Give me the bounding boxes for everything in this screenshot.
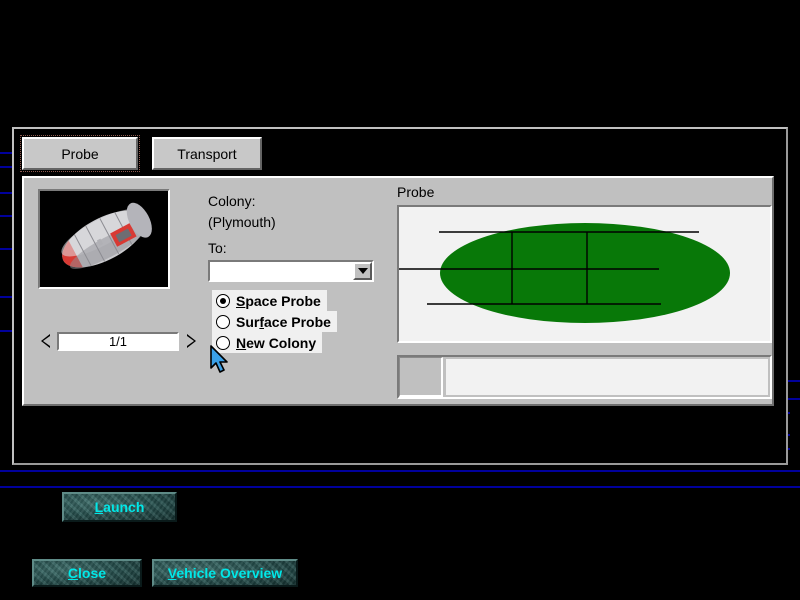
probe-body-ellipse [440,223,730,323]
probe-body-diagram[interactable] [397,205,772,343]
radio-surface-probe-label: Surface Probe [236,314,331,330]
probe-type-radio-group: Space Probe Surface Probe New Colony [212,290,337,353]
tab-probe[interactable]: Probe [22,137,138,170]
triangle-left-icon[interactable] [38,332,52,350]
colony-value: (Plymouth) [208,214,276,230]
vehicle-overview-button-label: Vehicle Overview [168,565,282,581]
radio-surface-probe[interactable]: Surface Probe [212,311,337,332]
probe-content-panel: Colony: (Plymouth) To: Space Probe Surfa… [22,176,774,406]
vehicle-thumbnail[interactable] [38,189,170,289]
radio-space-probe-label: Space Probe [236,293,321,309]
colony-label: Colony: [208,193,255,209]
background-line [0,470,800,472]
page-indicator[interactable]: 1/1 [57,332,179,351]
triangle-right-icon[interactable] [184,332,198,350]
probe-status-bar [397,355,772,399]
radio-indicator [216,336,230,350]
vehicle-pager: 1/1 [38,330,198,352]
background-line [0,248,12,250]
tab-transport-label: Transport [177,146,236,162]
radio-new-colony-label: New Colony [236,335,316,351]
probe-preview-group: Probe [392,178,774,404]
destination-label: To: [208,240,227,256]
vehicle-overview-button[interactable]: Vehicle Overview [152,559,298,587]
close-button-label: Close [68,565,106,581]
desktop-background: Probe Transport [0,0,800,600]
background-line [0,330,12,332]
probe-status-icon [399,357,443,397]
background-line [0,486,800,488]
launch-button-label: Launch [95,499,145,515]
chevron-down-icon[interactable] [353,262,372,280]
background-line [0,192,12,194]
tab-transport[interactable]: Transport [152,137,262,170]
probe-group-title: Probe [397,184,434,200]
radio-new-colony[interactable]: New Colony [212,332,322,353]
probe-dialog-window: Probe Transport [12,127,788,465]
radio-space-probe[interactable]: Space Probe [212,290,327,311]
destination-dropdown[interactable] [208,260,374,282]
radio-indicator-selected [216,294,230,308]
close-button[interactable]: Close [32,559,142,587]
background-line [0,296,12,298]
launch-button[interactable]: Launch [62,492,177,522]
tab-probe-label: Probe [61,146,98,162]
probe-status-text [446,359,768,395]
background-line [0,215,12,217]
radio-indicator [216,315,230,329]
